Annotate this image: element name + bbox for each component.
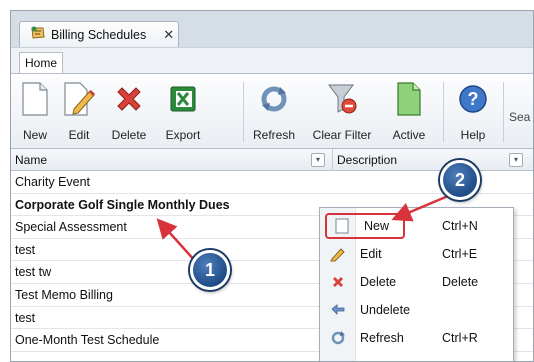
active-button[interactable]: Active: [389, 80, 429, 146]
menu-item-shortcut: Ctrl+R: [442, 331, 478, 345]
callout-badge-2: 2: [440, 160, 480, 200]
row-name: Charity Event: [15, 175, 91, 189]
column-description-label: Description: [337, 153, 398, 167]
context-menu-delete[interactable]: Delete Delete: [320, 268, 513, 296]
svg-text:?: ?: [468, 89, 479, 109]
excel-export-icon: [165, 80, 201, 118]
context-menu-edit[interactable]: Edit Ctrl+E: [320, 240, 513, 268]
menu-item-shortcut: Ctrl+E: [442, 247, 478, 261]
callout-badge-1: 1: [190, 250, 230, 290]
menu-item-shortcut: Delete: [442, 275, 479, 289]
row-name: test: [15, 310, 36, 325]
context-menu-new[interactable]: New: [324, 212, 406, 240]
name-filter-button[interactable]: ▾: [311, 153, 325, 167]
menu-item-shortcut: Ctrl+N: [442, 219, 478, 233]
active-button-label: Active: [392, 128, 426, 142]
export-button-label: Export: [165, 128, 201, 142]
billing-schedule-icon: [30, 25, 46, 44]
row-name: test: [15, 242, 36, 257]
clear-filter-button[interactable]: Clear Filter: [309, 80, 375, 146]
column-header-name[interactable]: Name ▾: [11, 149, 333, 171]
delete-x-icon: [320, 275, 356, 289]
close-icon[interactable]: ✕: [163, 27, 174, 43]
row-name: Test Memo Billing: [15, 287, 113, 302]
delete-x-icon: [111, 80, 147, 118]
row-name: Corporate Golf Single Monthly Dues: [15, 197, 230, 212]
billing-schedules-tab[interactable]: Billing Schedules ✕: [19, 21, 179, 47]
menu-item-label: Refresh: [360, 331, 404, 345]
column-name-label: Name: [15, 153, 48, 167]
clear-filter-button-label: Clear Filter: [312, 128, 372, 142]
delete-button[interactable]: Delete: [105, 80, 153, 146]
search-label: Sea: [509, 110, 531, 124]
refresh-button-label: Refresh: [252, 128, 296, 142]
row-name: Special Assessment: [15, 220, 127, 235]
clear-filter-icon: [324, 80, 360, 118]
delete-button-label: Delete: [111, 128, 147, 142]
context-menu-undelete[interactable]: Undelete: [320, 296, 513, 324]
row-name: One-Month Test Schedule: [15, 333, 160, 348]
refresh-icon: [256, 80, 292, 118]
menu-item-label: New: [364, 219, 390, 233]
menu-item-label: Delete: [360, 275, 397, 289]
edit-button[interactable]: Edit: [59, 80, 99, 146]
context-menu: New Ctrl+N Edit Ctrl+E Delete Delete Und…: [319, 207, 514, 361]
column-header-description[interactable]: Description ▾: [333, 149, 531, 171]
toolbar-separator: [503, 82, 504, 142]
help-button-label: Help: [460, 128, 486, 142]
refresh-icon: [320, 330, 356, 346]
new-button[interactable]: New: [17, 80, 53, 146]
tab-home[interactable]: Home: [19, 52, 63, 74]
document-tab-bar: Billing Schedules ✕: [11, 11, 533, 47]
menu-item-label: Edit: [360, 247, 382, 261]
undo-icon: [320, 303, 356, 317]
refresh-button[interactable]: Refresh: [249, 80, 299, 146]
new-document-icon: [17, 80, 53, 118]
toolbar-separator: [443, 82, 444, 142]
toolbar-separator: [243, 82, 244, 142]
description-filter-button[interactable]: ▾: [509, 153, 523, 167]
row-name: test tw: [15, 265, 52, 280]
help-button[interactable]: ? Help: [453, 80, 493, 146]
new-button-label: New: [22, 128, 47, 142]
active-document-icon: [391, 80, 427, 118]
edit-document-icon: [61, 80, 97, 118]
ribbon-toolbar: New Edit Delete Export Refresh Clear Fil…: [11, 73, 533, 149]
pencil-icon: [320, 246, 356, 262]
context-menu-refresh[interactable]: Refresh Ctrl+R: [320, 324, 513, 352]
edit-button-label: Edit: [68, 128, 90, 142]
export-button[interactable]: Export: [159, 80, 207, 146]
help-icon: ?: [455, 80, 491, 118]
tab-label: Billing Schedules: [51, 27, 147, 42]
new-document-icon: [324, 218, 360, 234]
ribbon-tab-bar: Home: [11, 47, 533, 74]
menu-item-label: Undelete: [360, 303, 411, 317]
